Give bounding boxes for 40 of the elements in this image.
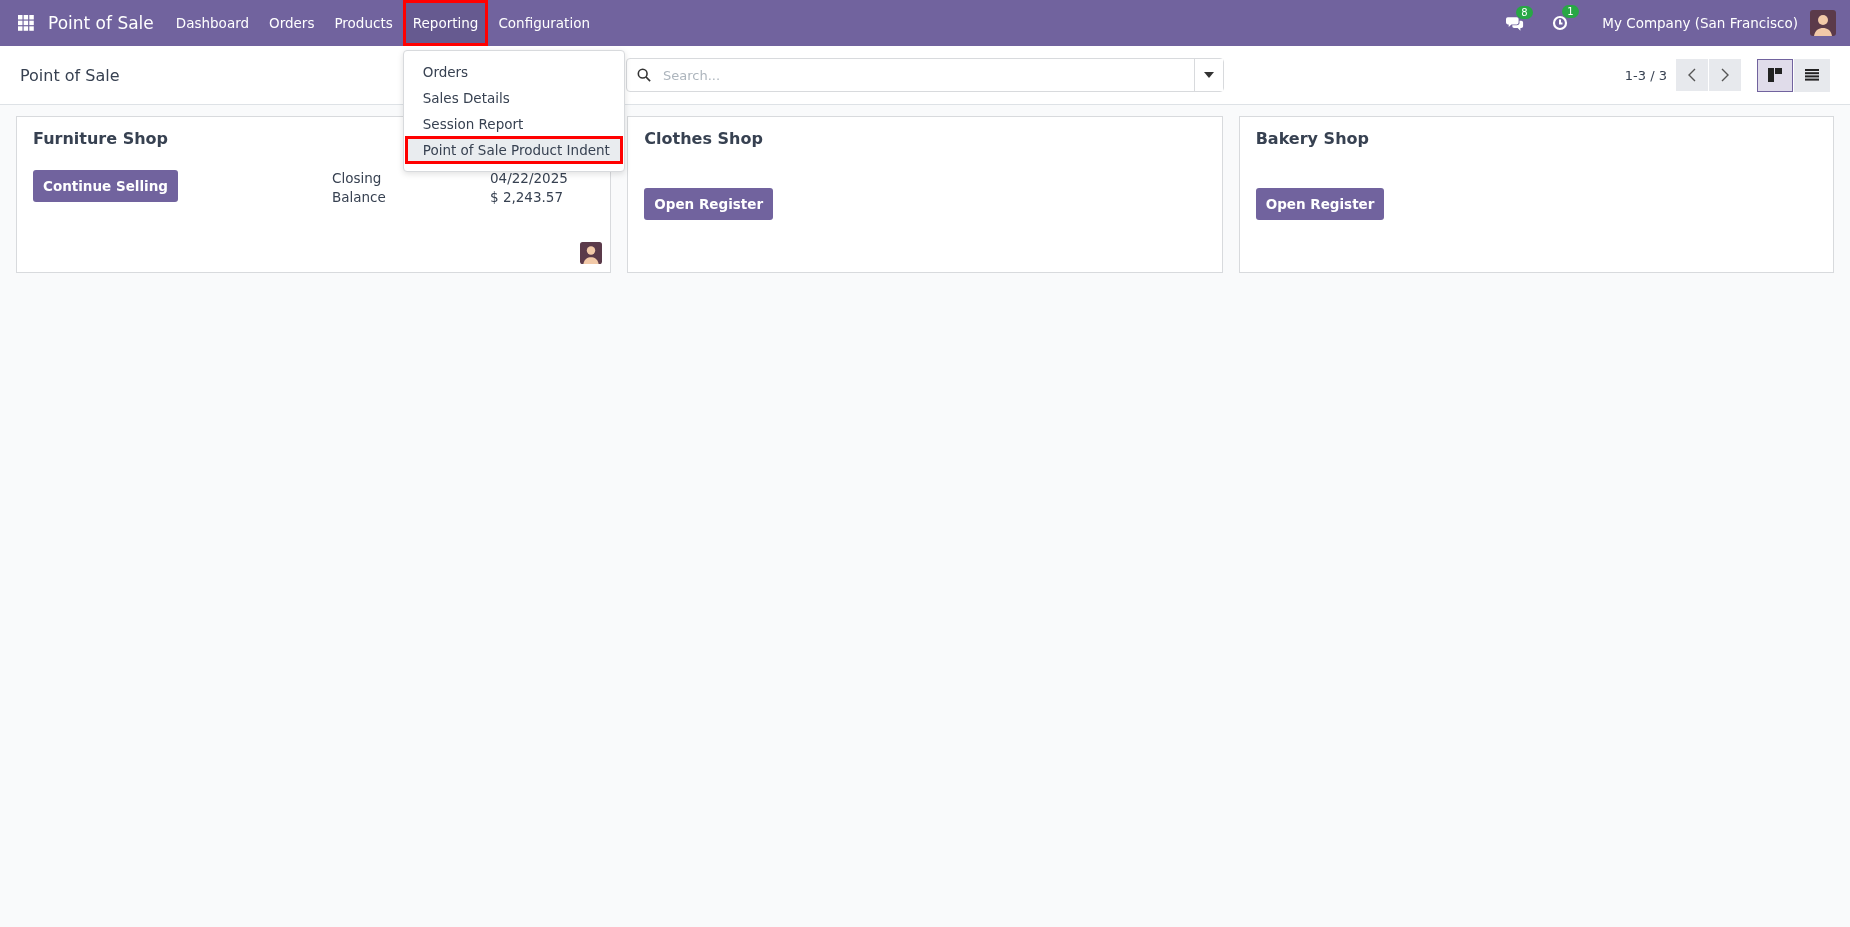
shop-name: Clothes Shop [644, 129, 764, 148]
activity-count-badge: 1 [1562, 5, 1579, 18]
stat-label: Closing [332, 170, 383, 186]
app-name[interactable]: Point of Sale [48, 13, 154, 33]
dropdown-item[interactable]: Point of Sale Product Indent [405, 137, 622, 163]
user-avatar-icon[interactable] [1810, 10, 1836, 36]
shop-name: Furniture Shop [33, 129, 169, 148]
nav-menu-item[interactable]: Configuration [488, 0, 600, 46]
company-switcher[interactable]: My Company (San Francisco) [1602, 15, 1798, 31]
register-button[interactable]: Open Register [644, 188, 774, 220]
search-field[interactable]: Search... [626, 58, 1224, 92]
message-count-badge: 8 [1516, 5, 1533, 19]
dropdown-item[interactable]: Sales Details [403, 85, 624, 111]
list-icon [1805, 69, 1819, 81]
kanban-view-button[interactable] [1757, 58, 1793, 92]
kanban-icon [1768, 68, 1782, 82]
stat-label: Balance [332, 189, 387, 205]
dropdown-item[interactable]: Orders [403, 59, 624, 85]
list-view-button[interactable] [1794, 58, 1830, 92]
nav-menu-item[interactable]: Orders [259, 0, 325, 46]
pager-value[interactable]: 1-3 / 3 [1624, 67, 1667, 83]
apps-grid-icon[interactable] [18, 15, 34, 31]
caret-icon [1204, 72, 1214, 78]
register-button[interactable]: Open Register [1255, 188, 1385, 220]
chevron-right-icon [1721, 68, 1729, 82]
stat-value: 04/22/2025 [490, 170, 568, 186]
stat-value: $ 2,243.57 [490, 189, 564, 205]
shop-name: Bakery Shop [1255, 129, 1370, 148]
chevron-left-icon [1688, 68, 1696, 82]
breadcrumb-title: Point of Sale [20, 65, 120, 85]
search-options-toggle[interactable] [1194, 59, 1223, 91]
search-icon [637, 68, 651, 82]
chat-icon[interactable] [1506, 15, 1525, 31]
register-button[interactable]: Continue Selling [33, 170, 178, 202]
nav-menu-item[interactable]: Dashboard [165, 0, 260, 46]
nav-menu-item[interactable]: Reporting [402, 0, 489, 46]
nav-menu-item[interactable]: Products [324, 0, 403, 46]
clock-icon[interactable] [1552, 15, 1569, 31]
dropdown-item[interactable]: Session Report [403, 111, 624, 137]
search-input[interactable]: Search... [661, 66, 1194, 84]
